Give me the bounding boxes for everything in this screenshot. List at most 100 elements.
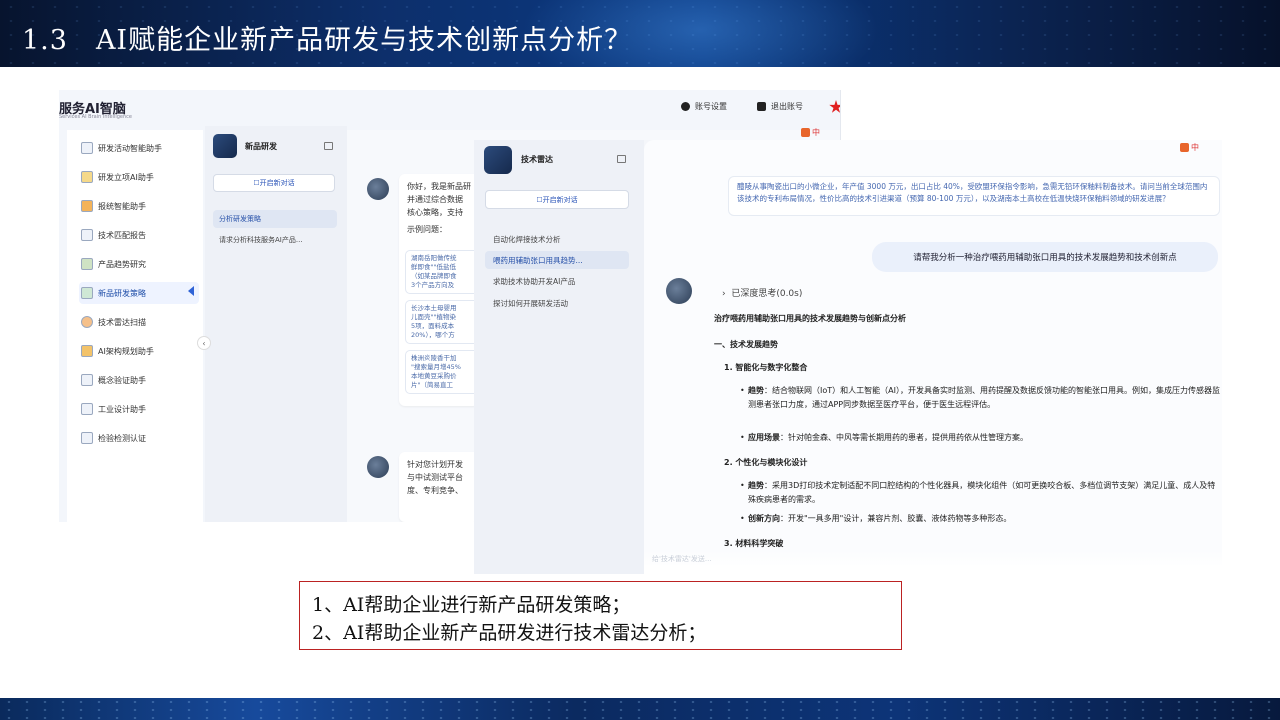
example-line: 鲜即食""低盐低 xyxy=(411,263,456,271)
logout-icon xyxy=(757,102,766,111)
tech-radar-logo-icon xyxy=(484,146,512,174)
sidebar-item-testing[interactable]: 检验检测认证 xyxy=(79,427,199,449)
greeting-line: 你好，我是新品研 xyxy=(407,182,471,191)
example-question-card[interactable]: 株洲炎陵香干加 "搜索量月增45% 本地黄豆采购价 片"（简易直工 xyxy=(405,350,479,394)
sidebar-item-label: 报统智能助手 xyxy=(98,201,146,211)
architecture-icon xyxy=(81,345,93,357)
conversation-column: 新品研发 ☐ 开启新对话 分析研发策略 请求分析科技服务AI产品... xyxy=(205,126,347,522)
answer-section-heading: 一、技术发展趋势 xyxy=(714,340,778,349)
translate-icon xyxy=(801,128,810,137)
conversation-item[interactable]: 请求分析科技服务AI产品... xyxy=(213,231,337,249)
example-line: 湖南岳阳做传统 xyxy=(411,254,457,262)
language-label: 中 xyxy=(1191,143,1199,152)
sidebar-item-rd-activity[interactable]: 研发活动智能助手 xyxy=(79,137,199,159)
panel-toggle-icon[interactable] xyxy=(324,142,333,150)
language-switch[interactable]: 中 xyxy=(1180,142,1199,153)
answer-bullet: 趋势：采用3D打印技术定制适配不同口腔结构的个性化器具，模块化组件（如可更换咬合… xyxy=(740,479,1220,507)
example-question-card[interactable]: 长沙本土母婴用 儿面壳""植物染 5项，面料成本 20%），哪个方 xyxy=(405,300,479,344)
bot-avatar xyxy=(367,178,389,200)
example-line: "搜索量月增45% xyxy=(411,363,461,371)
sidebar: 研发活动智能助手 研发立项AI助手 报统智能助手 技术匹配报告 产品趋势研究 新… xyxy=(67,130,203,522)
caption-line: 1、AI帮助企业进行新产品研发策略； xyxy=(312,594,631,616)
star-icon xyxy=(829,100,840,113)
language-label: 中 xyxy=(812,128,820,137)
sidebar-item-label: 产品趋势研究 xyxy=(98,259,146,269)
sidebar-item-project[interactable]: 研发立项AI助手 xyxy=(79,166,199,188)
conversation-item[interactable]: 自动化焊接技术分析 xyxy=(485,230,629,248)
conversation-item[interactable]: 喂药用辅助张口用具趋势... xyxy=(485,251,629,269)
logout-link[interactable]: 退出账号 xyxy=(757,101,803,112)
conversation-item[interactable]: 求助技术协助开发AI产品 xyxy=(485,272,629,290)
bot-avatar xyxy=(367,456,389,478)
new-chat-label: 开启新对话 xyxy=(259,179,295,187)
account-settings-label: 账号设置 xyxy=(695,102,727,111)
rd-activity-icon xyxy=(81,142,93,154)
user-message: 请帮我分析一种治疗喂药用辅助张口用具的技术发展趋势和技术创新点 xyxy=(872,242,1218,272)
flask-icon xyxy=(81,374,93,386)
examples-label: 示例问题： xyxy=(407,225,447,234)
sidebar-item-label: 技术雷达扫描 xyxy=(98,317,146,327)
deep-thinking-toggle[interactable]: › 已深度思考(0.0s) xyxy=(722,286,802,299)
sidebar-item-radar[interactable]: 技术雷达扫描 xyxy=(79,311,199,333)
example-line: 片"（简易直工 xyxy=(411,381,453,389)
sidebar-item-trend[interactable]: 产品趋势研究 xyxy=(79,253,199,275)
radar-title: 技术雷达 xyxy=(521,155,553,164)
greeting-line: 核心策略，支持 xyxy=(407,208,463,217)
answer-subheading: 2. 个性化与模块化设计 xyxy=(724,458,808,467)
example-question-card[interactable]: 湖南岳阳做传统 鲜即食""低盐低 （如某品牌即食 3个产品方向及 xyxy=(405,250,479,294)
sidebar-item-tech-match[interactable]: 技术匹配报告 xyxy=(79,224,199,246)
example-line: （如某品牌即食 xyxy=(411,272,457,280)
example-line: 长沙本土母婴用 xyxy=(411,304,457,312)
sidebar-item-architecture[interactable]: AI架构规划助手 xyxy=(79,340,199,362)
chat-input-area[interactable]: 给'技术雷达'发送... xyxy=(644,550,1222,574)
footer-bar xyxy=(0,698,1280,720)
app-header: 服务AI智脑 Services AI Brain Intelligence 账号… xyxy=(59,90,840,126)
screenshot-tech-radar: 技术雷达 ☐ 开启新对话 自动化焊接技术分析 喂药用辅助张口用具趋势... 求助… xyxy=(474,140,1222,574)
answer-bullet: 创新方向：开发"一具多用"设计，兼容片剂、胶囊、液体药物等多种形态。 xyxy=(740,512,1220,526)
bullet-label: 创新方向 xyxy=(748,514,780,523)
radar-conversation-list: 技术雷达 ☐ 开启新对话 自动化焊接技术分析 喂药用辅助张口用具趋势... 求助… xyxy=(474,140,644,574)
sidebar-item-label: 概念验证助手 xyxy=(98,375,146,385)
answer-bullet: 应用场景：针对帕金森、中风等需长期用药的患者，提供用药依从性管理方案。 xyxy=(740,431,1220,445)
sidebar-item-label: 新品研发策略 xyxy=(98,288,146,298)
design-icon xyxy=(81,403,93,415)
sidebar-item-design[interactable]: 工业设计助手 xyxy=(79,398,199,420)
sidebar-item-label: 技术匹配报告 xyxy=(98,230,146,240)
account-settings-link[interactable]: 账号设置 xyxy=(681,101,727,112)
sidebar-item-label: 检验检测认证 xyxy=(98,433,146,443)
example-question-card[interactable]: 醴陵从事陶瓷出口的小微企业，年产值 3000 万元，出口占比 40%，受欧盟环保… xyxy=(728,176,1220,216)
active-indicator-icon xyxy=(188,286,194,296)
column-title: 新品研发 xyxy=(245,142,277,151)
bullet-text: ：开发"一具多用"设计，兼容片剂、胶囊、液体药物等多种形态。 xyxy=(780,514,1012,523)
certificate-icon xyxy=(81,432,93,444)
sidebar-item-report-stats[interactable]: 报统智能助手 xyxy=(79,195,199,217)
report-icon xyxy=(81,229,93,241)
brand-subtitle: Services AI Brain Intelligence xyxy=(59,114,132,120)
bot-avatar xyxy=(666,278,692,304)
collapse-chevron-icon[interactable]: ‹ xyxy=(197,336,211,350)
trend-icon xyxy=(81,258,93,270)
reply-line: 与中试测试平台 xyxy=(407,473,463,482)
sidebar-item-new-product[interactable]: 新品研发策略 xyxy=(79,282,199,304)
bullet-label: 应用场景 xyxy=(748,433,780,442)
sidebar-item-label: 工业设计助手 xyxy=(98,404,146,414)
language-switch[interactable]: 中 xyxy=(801,127,820,138)
answer-title: 治疗喂药用辅助张口用具的技术发展趋势与创新点分析 xyxy=(714,314,906,323)
caption-box: 1、AI帮助企业进行新产品研发策略； 2、AI帮助企业新产品研发进行技术雷达分析… xyxy=(299,581,902,650)
reply-line: 针对您计划开发 xyxy=(407,460,463,469)
new-product-icon xyxy=(213,134,237,158)
conversation-item[interactable]: 分析研发策略 xyxy=(213,210,337,228)
sidebar-item-label: 研发立项AI助手 xyxy=(98,172,154,182)
panel-toggle-icon[interactable] xyxy=(617,155,626,163)
answer-bullet: 趋势：结合物联网（IoT）和人工智能（AI），开发具备实时监测、用药提醒及数据反… xyxy=(740,384,1220,412)
clipboard-icon xyxy=(81,171,93,183)
new-chat-button[interactable]: ☐ 开启新对话 xyxy=(213,174,335,192)
thinking-label: 已深度思考(0.0s) xyxy=(731,289,803,299)
sidebar-item-poc[interactable]: 概念验证助手 xyxy=(79,369,199,391)
reply-line: 度、专利竞争、 xyxy=(407,486,463,495)
conversation-item[interactable]: 探讨如何开展研发活动 xyxy=(485,294,629,312)
new-chat-button[interactable]: ☐ 开启新对话 xyxy=(485,190,629,209)
bot-reply-message: 针对您计划开发 与中试测试平台 度、专利竞争、 xyxy=(399,452,479,522)
example-line: 本地黄豆采购价 xyxy=(411,372,457,380)
bullet-text: ：采用3D打印技术定制适配不同口腔结构的个性化器具，模块化组件（如可更换咬合板、… xyxy=(748,481,1216,504)
